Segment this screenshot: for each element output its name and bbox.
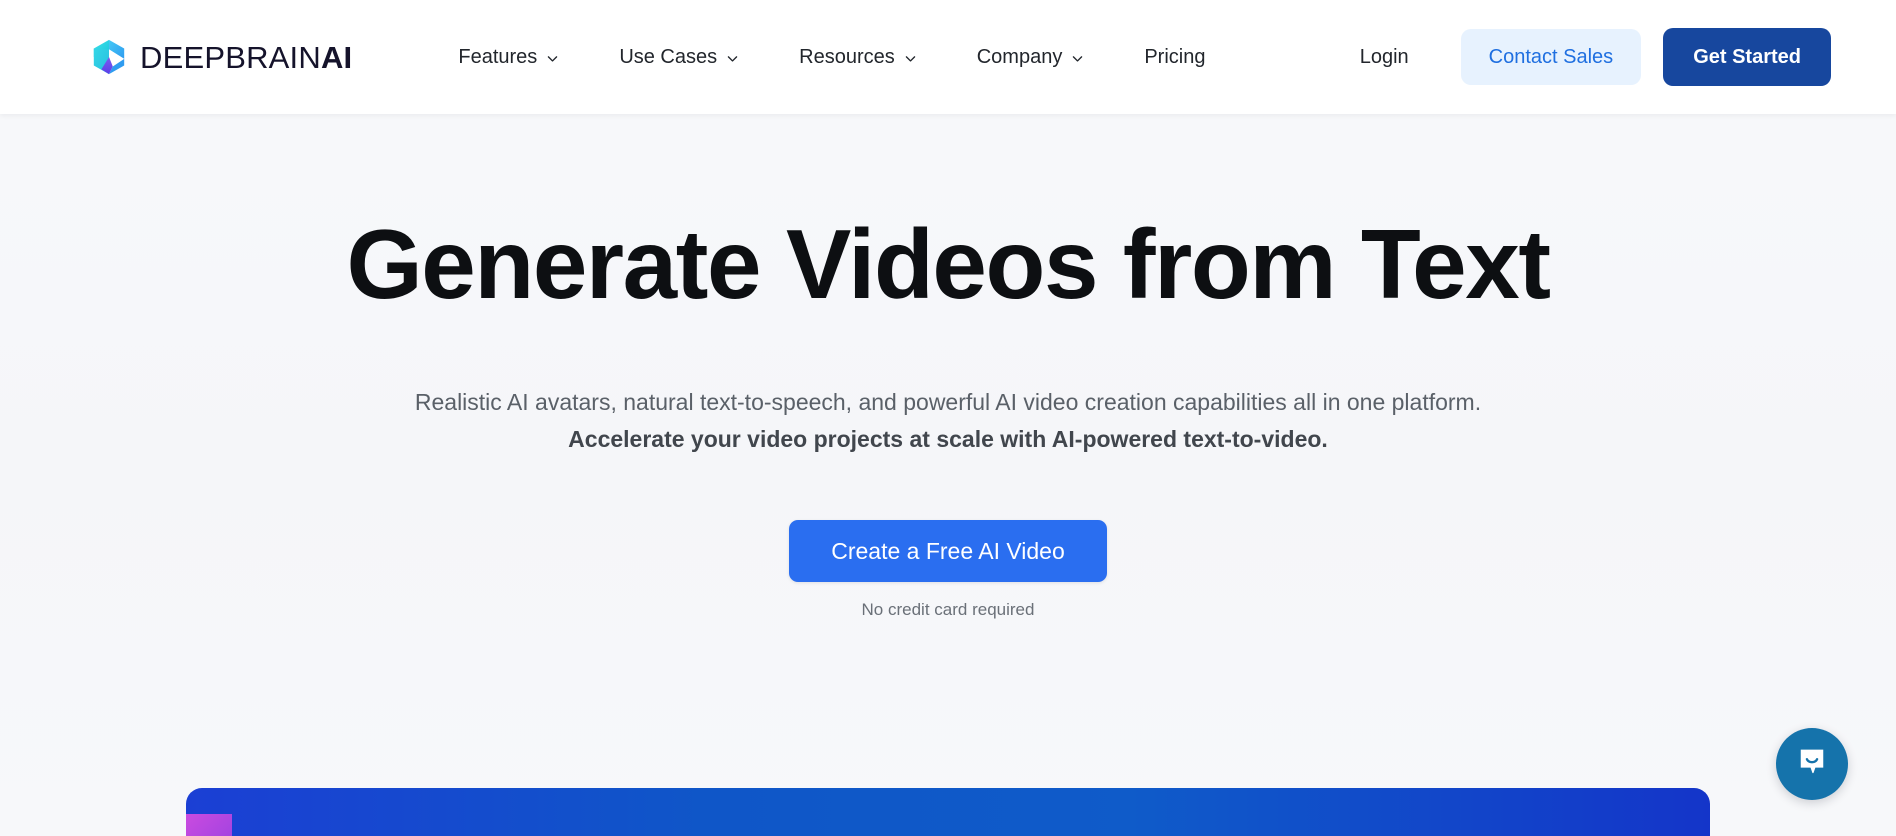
chevron-down-icon — [1071, 52, 1084, 65]
contact-sales-button[interactable]: Contact Sales — [1460, 29, 1642, 85]
page-title: Generate Videos from Text — [346, 209, 1551, 319]
chat-launcher-button[interactable] — [1776, 728, 1848, 800]
nav-item-label: Use Cases — [619, 46, 718, 68]
create-free-ai-video-button[interactable]: Create a Free AI Video — [789, 520, 1107, 583]
chevron-down-icon — [546, 52, 559, 65]
nav-item-label: Resources — [799, 46, 895, 68]
site-header: DEEPBRAINAI Features Use Cases Resources… — [0, 0, 1896, 114]
nav-item-features[interactable]: Features — [428, 37, 589, 77]
get-started-button[interactable]: Get Started — [1663, 28, 1831, 86]
brand-name-regular: DEEPBRAIN — [140, 39, 321, 75]
nav-item-label: Company — [976, 46, 1063, 68]
header-actions: Login Contact Sales Get Started — [1336, 28, 1831, 86]
chevron-down-icon — [726, 52, 739, 65]
hero-section: Generate Videos from Text Realistic AI a… — [0, 114, 1896, 618]
nav-item-use-cases[interactable]: Use Cases — [589, 37, 769, 77]
hero-cta-group: Create a Free AI Video No credit card re… — [0, 520, 1896, 618]
brand-wordmark: DEEPBRAINAI — [140, 42, 352, 73]
cta-note: No credit card required — [861, 600, 1035, 620]
nav-item-pricing[interactable]: Pricing — [1114, 37, 1235, 77]
banner-accent-shape — [186, 814, 232, 836]
chat-bubble-smile-icon — [1794, 744, 1830, 785]
nav-item-company[interactable]: Company — [947, 37, 1115, 77]
nav-item-label: Features — [458, 46, 538, 68]
promo-banner[interactable] — [186, 788, 1710, 836]
main-navigation: Features Use Cases Resources Company Pri… — [428, 37, 1235, 77]
page-root: DEEPBRAINAI Features Use Cases Resources… — [0, 0, 1896, 836]
hero-subtitle-line1: Realistic AI avatars, natural text-to-sp… — [414, 388, 1482, 415]
chevron-down-icon — [904, 52, 917, 65]
brand-logo-link[interactable]: DEEPBRAINAI — [90, 38, 352, 76]
hero-subtitle: Realistic AI avatars, natural text-to-sp… — [0, 386, 1896, 456]
nav-item-label: Pricing — [1144, 46, 1206, 68]
deepbrain-cube-logo-icon — [90, 38, 128, 76]
hero-subtitle-line2: Accelerate your video projects at scale … — [568, 426, 1328, 453]
brand-name-bold: AI — [320, 39, 353, 75]
nav-item-resources[interactable]: Resources — [769, 37, 947, 77]
login-link[interactable]: Login — [1336, 37, 1433, 77]
